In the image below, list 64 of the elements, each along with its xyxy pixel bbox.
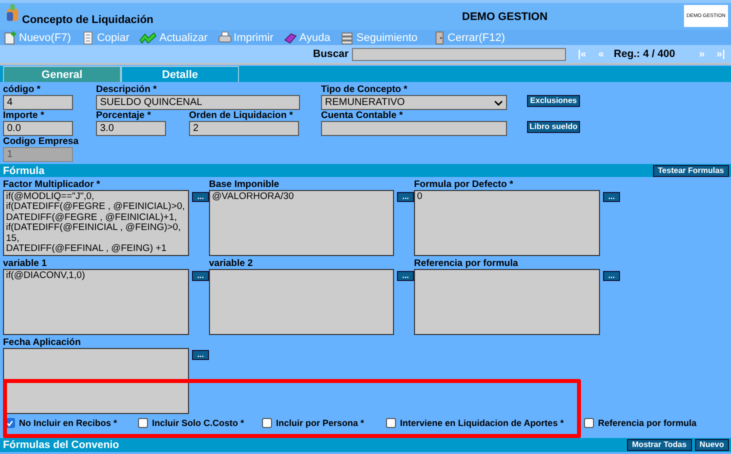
formula-field[interactable] [414,269,600,335]
checkbox-label: Incluir Solo C.Costo * [152,418,244,428]
field-label: Fecha Aplicación [3,337,81,348]
document-plus-icon [3,30,17,44]
record-counter: Reg.: 4 / 400 [614,48,676,60]
more-button[interactable]: ... [397,271,414,281]
formula-field[interactable]: if(@DIACONV,1,0) [3,269,190,335]
field-label: Tipo de Concepto * [321,84,408,95]
search-field[interactable] [352,48,566,60]
test-formulas-button[interactable]: Testear Formulas [652,164,729,176]
footer-button[interactable]: Mostrar Todas [627,439,692,451]
printer-icon [218,30,232,44]
document-icon [80,30,95,44]
more-button[interactable]: ... [603,192,620,202]
more-button[interactable]: ... [192,192,209,202]
stack-icon [340,30,354,44]
field-label: variable 1 [3,258,47,269]
section-title: Fórmula [3,164,44,176]
input-field[interactable]: 2 [189,121,299,136]
field-label: Referencia por formula [414,258,518,269]
checkbox-label: Interviene en Liquidacion de Aportes * [400,418,564,428]
field-label: Descripción * [96,84,157,95]
refresh-icon [139,30,158,44]
checkbox-label: No Incluir en Recibos * [19,418,118,428]
section-title: Fórmulas del Convenio [3,439,120,451]
more-button[interactable]: ... [397,192,414,202]
field-label: variable 2 [209,258,253,269]
field-label: Base Imponible [209,179,280,190]
input-field[interactable]: 3.0 [96,121,166,136]
checkbox-label: Incluir por Persona * [276,418,364,428]
field-label: Factor Multiplicador * [3,179,100,190]
formula-field[interactable]: @VALORHORA/30 [209,190,394,256]
more-button[interactable]: ... [192,350,209,360]
more-button[interactable]: ... [603,271,620,281]
logo-icon [6,4,20,22]
field-label: Orden de Liquidacion * [189,110,293,121]
checkbox[interactable] [138,418,148,428]
checkbox[interactable] [584,418,594,428]
formula-field[interactable] [3,348,190,414]
input-field[interactable]: SUELDO QUINCENAL [96,95,300,110]
action-button[interactable]: Libro sueldo [527,121,580,133]
field-label: código * [3,84,40,95]
footer-button[interactable]: Nuevo [694,439,729,451]
checkbox[interactable] [386,418,396,428]
field-label: Importe * [3,110,44,121]
input-field[interactable]: 0.0 [3,121,73,136]
formula-field[interactable]: if(@MODLIQ=="J",0, if(DATEDIFF(@FEGRE , @FEINICIAL)>0, DATEDIFF(@FEGRE , @FEINICIAL)+1, if(DATEDIFF(@FEINICIAL , @FEING)>0, 15, DATEDIFF(@FEFINAL , @FEING) +1 [3,190,190,256]
field-label: Cuenta Contable * [321,110,403,121]
field-label: Formula por Defecto * [414,179,514,190]
formula-field[interactable]: 0 [414,190,600,256]
select-field[interactable]: REMUNERATIVO [321,95,507,110]
window-title: Concepto de Liquidación [22,14,154,26]
search-label: Buscar [313,48,349,60]
field-label: Porcentaje * [96,110,151,121]
action-button[interactable]: Exclusiones [527,95,580,107]
chevron-down-icon [494,100,503,106]
input-field[interactable] [321,121,507,136]
field-label: Codigo Empresa [3,136,78,147]
checkbox-label: Referencia por formula [598,418,697,428]
checkbox[interactable] [262,418,272,428]
more-button[interactable]: ... [192,271,209,281]
formula-field[interactable] [209,269,394,335]
company-name: DEMO GESTION [462,10,549,22]
input-field[interactable]: 4 [3,95,73,110]
